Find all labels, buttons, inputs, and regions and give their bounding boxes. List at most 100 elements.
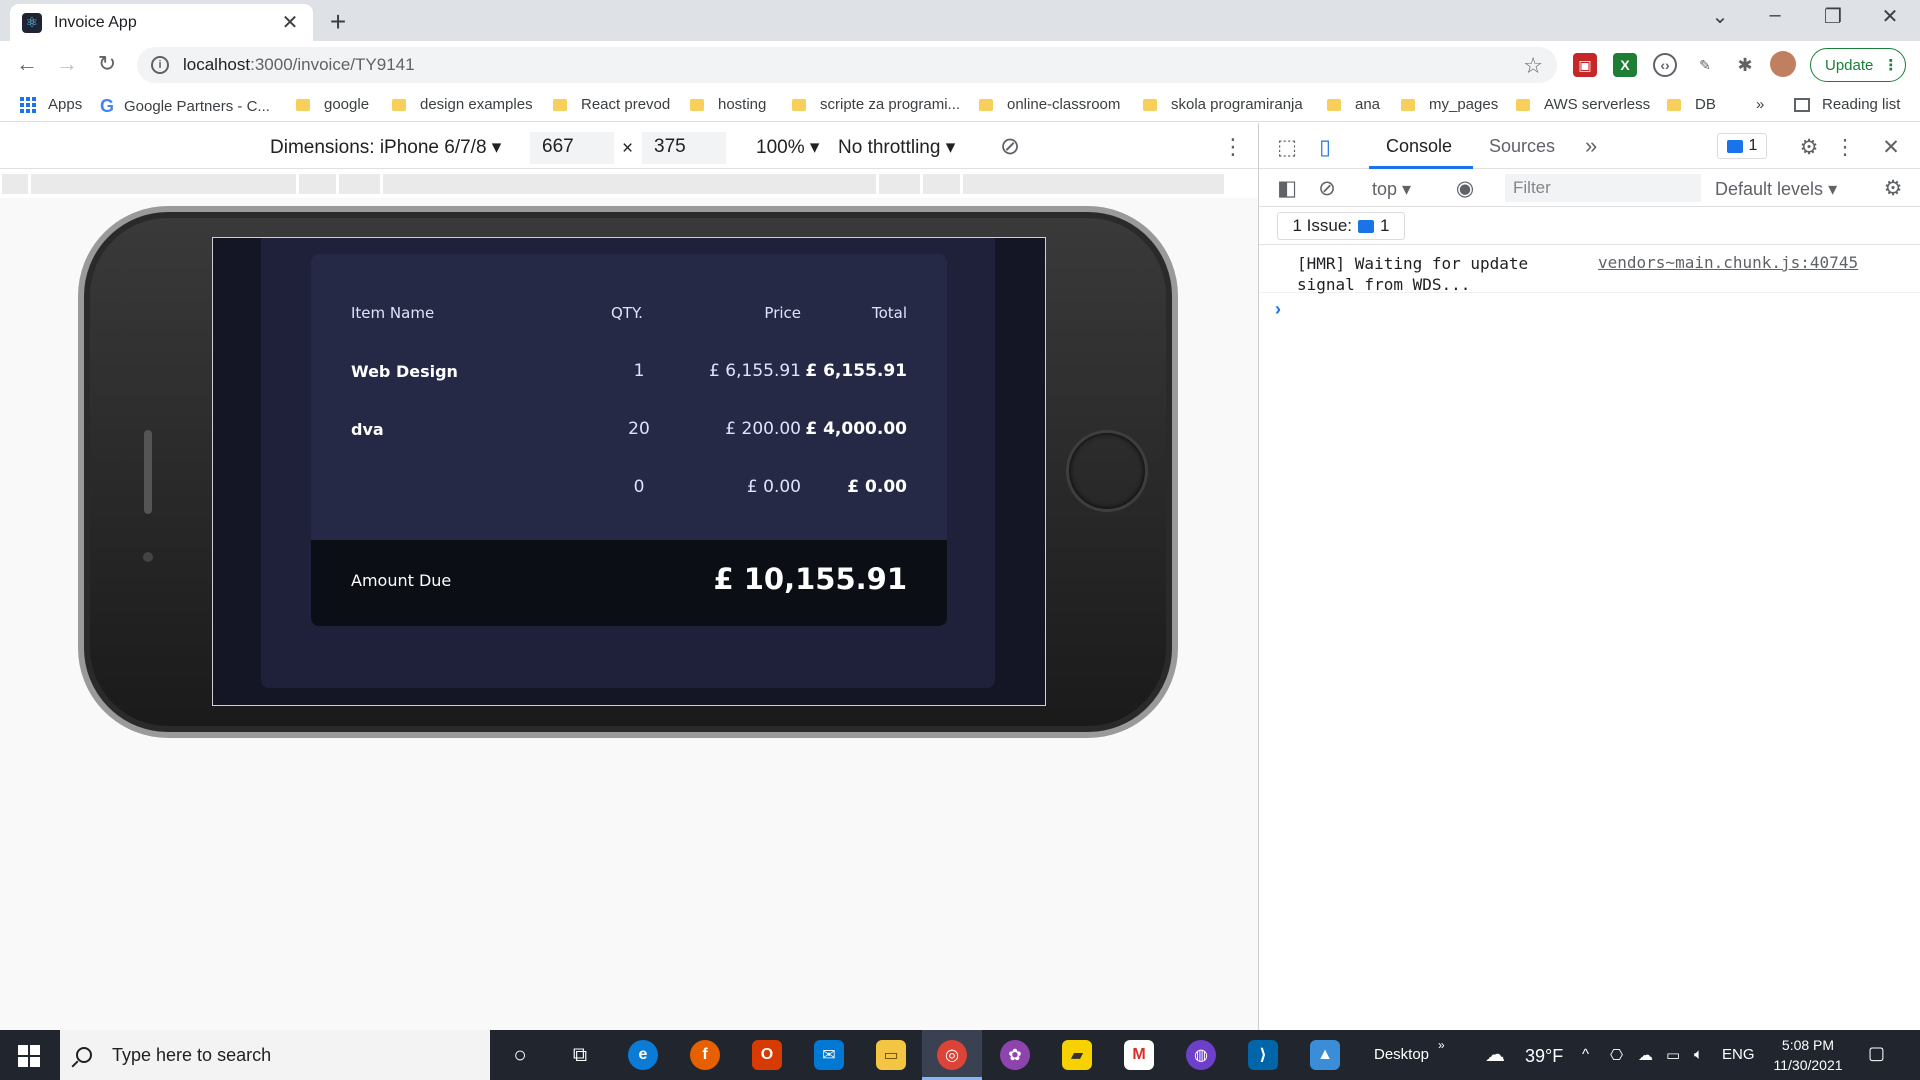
onedrive-icon[interactable]: ☁ [1638, 1046, 1653, 1064]
excel-extension-icon[interactable]: X [1613, 53, 1637, 77]
throttling-select[interactable]: No throttling ▾ [838, 136, 955, 159]
photos-icon[interactable]: ▲ [1310, 1040, 1340, 1070]
tab-sources[interactable]: Sources [1489, 136, 1555, 157]
desktop-overflow-icon[interactable]: » [1438, 1038, 1445, 1052]
update-button[interactable]: Update ⋮ [1810, 48, 1906, 82]
sidebar-toggle-icon[interactable]: ◧ [1273, 176, 1301, 201]
header-total: Total [871, 304, 907, 322]
reading-list-button[interactable]: Reading list [1794, 96, 1900, 113]
code-extension-icon[interactable]: ‹› [1653, 53, 1677, 77]
issues-button[interactable]: 1 Issue: 1 [1277, 212, 1405, 240]
close-window-button[interactable]: ✕ [1875, 4, 1905, 29]
bookmark-folder[interactable]: ana [1327, 96, 1380, 113]
minimize-button[interactable]: – [1760, 4, 1790, 27]
more-options-icon[interactable]: ⋮ [1831, 135, 1859, 160]
zoom-select[interactable]: 100% ▾ [756, 136, 819, 159]
star-icon[interactable]: ☆ [1523, 53, 1543, 79]
item-qty: 0 [633, 477, 645, 497]
bookmark-folder[interactable]: AWS serverless [1516, 96, 1650, 113]
media-query-bar[interactable] [0, 170, 1258, 198]
item-price: £ 200.00 [725, 419, 801, 439]
language-indicator[interactable]: ENG [1722, 1046, 1755, 1063]
notifications-icon[interactable]: ▢ [1868, 1043, 1885, 1064]
bookmark-folder[interactable]: React prevod [553, 96, 670, 113]
device-select[interactable]: Dimensions: iPhone 6/7/8 ▾ [270, 136, 501, 159]
width-input[interactable]: 667 [530, 132, 614, 164]
device-toggle-icon[interactable]: ▯ [1311, 135, 1339, 160]
eyedropper-extension-icon[interactable]: ✎ [1693, 53, 1717, 77]
windows-start-icon[interactable] [18, 1045, 40, 1067]
tray-chevron-icon[interactable]: ^ [1582, 1046, 1589, 1063]
gmail-icon[interactable]: M [1124, 1040, 1154, 1070]
close-tab-icon[interactable]: ✕ [279, 10, 301, 35]
edge-icon[interactable]: e [628, 1040, 658, 1070]
github-icon[interactable]: ◍ [1186, 1040, 1216, 1070]
bookmark-folder[interactable]: hosting [690, 96, 766, 113]
rotate-icon[interactable]: ⊘ [1000, 132, 1020, 161]
console-source-link[interactable]: vendors~main.chunk.js:40745 [1598, 253, 1858, 272]
header-price: Price [764, 304, 801, 322]
address-bar[interactable]: i localhost:3000/invoice/TY9141 ☆ [137, 47, 1557, 83]
volume-icon[interactable]: 🔈︎ [1694, 1046, 1703, 1063]
restore-button[interactable]: ❐ [1818, 4, 1848, 29]
new-tab-button[interactable]: + [323, 6, 353, 38]
desktop-toolbar-label[interactable]: Desktop [1374, 1046, 1429, 1063]
eye-icon[interactable]: ◉ [1451, 176, 1479, 201]
devtools-tabbar: ⬚ ▯ Console Sources » 1 ⚙ ⋮ ✕ [1259, 123, 1920, 169]
gear-icon[interactable]: ⚙ [1795, 135, 1823, 160]
phone-speaker [144, 430, 152, 514]
bookmark-folder[interactable]: scripte za programi... [792, 96, 960, 113]
taskbar-search[interactable]: Type here to search [60, 1030, 490, 1080]
more-tabs-icon[interactable]: » [1585, 133, 1597, 159]
puzzle-icon[interactable]: ✱ [1733, 53, 1757, 77]
console-toolbar: ◧ ⊘ top ▾ ◉ Filter Default levels ▾ ⚙ [1259, 169, 1920, 207]
office-icon[interactable]: O [752, 1040, 782, 1070]
windows-taskbar: Type here to search ○ ⧉ e f O ✉ ▭ ◎ ✿ ▰ … [0, 1030, 1920, 1080]
tab-console[interactable]: Console [1386, 136, 1452, 157]
bookmark-folder[interactable]: my_pages [1401, 96, 1498, 113]
filter-input[interactable]: Filter [1505, 174, 1701, 202]
console-prompt[interactable]: › [1275, 299, 1281, 320]
back-arrow-icon[interactable]: ← [12, 51, 42, 77]
chrome-icon[interactable]: ◎ [937, 1040, 967, 1070]
weather-temperature[interactable]: 39°F [1525, 1046, 1563, 1067]
firefox-icon[interactable]: f [690, 1040, 720, 1070]
avatar[interactable] [1770, 51, 1796, 77]
vscode-icon[interactable]: ⟩ [1248, 1040, 1278, 1070]
height-input[interactable]: 375 [642, 132, 726, 164]
bookmark-google-partners[interactable]: G Google Partners - C... [100, 96, 270, 117]
close-icon[interactable]: ✕ [1877, 135, 1905, 160]
file-explorer-icon[interactable]: ▭ [876, 1040, 906, 1070]
bookmark-folder[interactable]: DB [1667, 96, 1716, 113]
reload-icon[interactable]: ↻ [92, 51, 122, 77]
paint-icon[interactable]: ✿ [1000, 1040, 1030, 1070]
search-icon [76, 1047, 92, 1063]
bookmarks-bar: Apps G Google Partners - C... google desi… [0, 88, 1920, 122]
issues-badge[interactable]: 1 [1717, 133, 1767, 159]
meet-icon[interactable]: ⎔ [1610, 1046, 1623, 1064]
battery-icon[interactable]: ▭ [1666, 1046, 1680, 1064]
clear-console-icon[interactable]: ⊘ [1313, 176, 1341, 201]
info-icon[interactable]: i [151, 56, 169, 74]
sticky-notes-icon[interactable]: ▰ [1062, 1040, 1092, 1070]
invoice-items-table: Item Name QTY. Price Total Web Design 1 … [311, 254, 947, 540]
forward-arrow-icon[interactable]: → [52, 51, 82, 77]
extension-icon[interactable]: ▣ [1573, 53, 1597, 77]
task-view-icon[interactable]: ⧉ [565, 1040, 595, 1070]
log-levels-select[interactable]: Default levels ▾ [1715, 179, 1837, 200]
context-select[interactable]: top ▾ [1372, 179, 1411, 200]
bookmark-apps[interactable]: Apps [20, 96, 82, 113]
console-settings-icon[interactable]: ⚙ [1879, 176, 1907, 201]
more-options-icon[interactable]: ⋮ [1222, 134, 1244, 160]
bookmark-folder[interactable]: design examples [392, 96, 533, 113]
browser-tab[interactable]: ⚛ Invoice App ✕ [10, 4, 313, 41]
bookmark-folder[interactable]: skola programiranja [1143, 96, 1303, 113]
mail-icon[interactable]: ✉ [814, 1040, 844, 1070]
chevron-down-icon[interactable]: ⌄ [1705, 4, 1735, 29]
bookmark-folder[interactable]: google [296, 96, 369, 113]
bookmark-folder[interactable]: online-classroom [979, 96, 1120, 113]
bookmarks-overflow-button[interactable]: » [1756, 96, 1764, 113]
cortana-icon[interactable]: ○ [505, 1040, 535, 1070]
clock[interactable]: 5:08 PM 11/30/2021 [1768, 1035, 1848, 1075]
inspect-element-icon[interactable]: ⬚ [1273, 135, 1301, 160]
